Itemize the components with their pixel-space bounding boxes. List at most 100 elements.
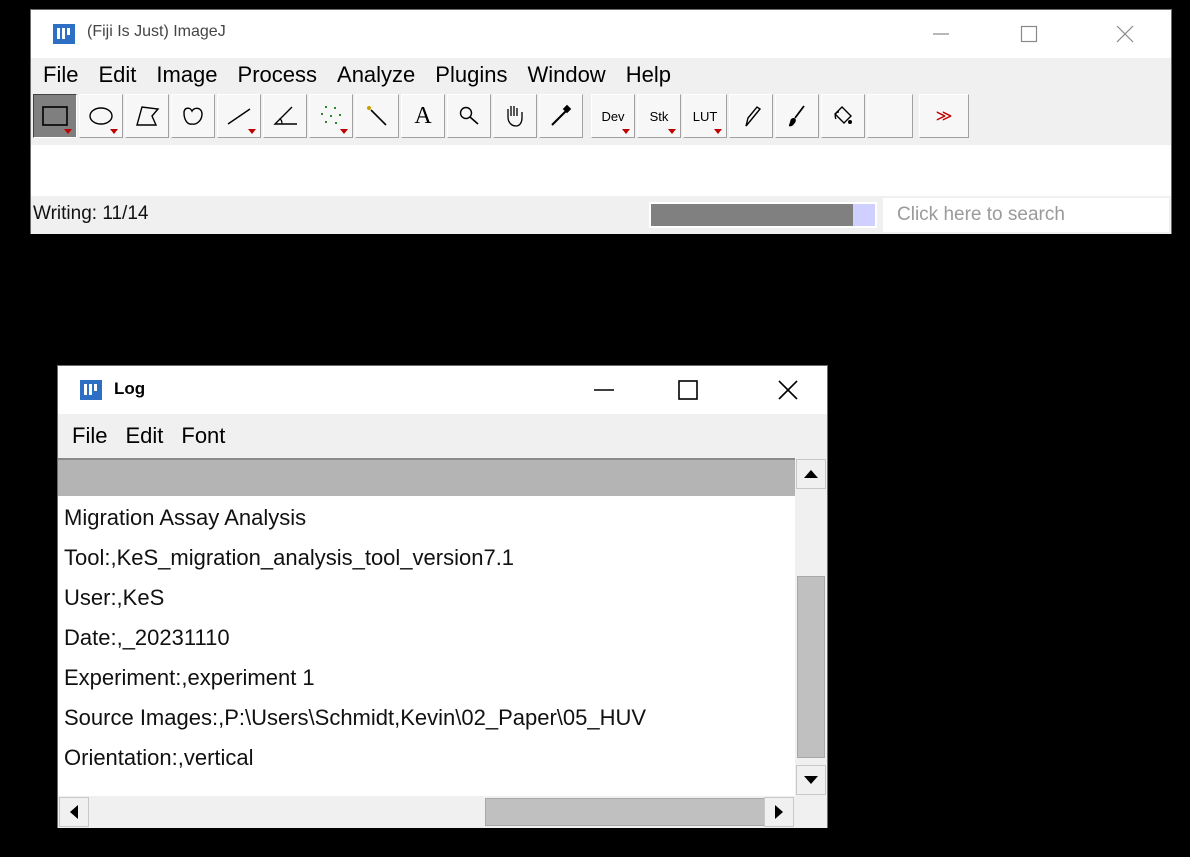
- rectangle-tool[interactable]: [33, 94, 77, 138]
- dropper-tool[interactable]: [539, 94, 583, 138]
- fiji-app-icon: [80, 380, 102, 400]
- log-window-title: Log: [114, 379, 146, 398]
- search-box[interactable]: [883, 198, 1169, 232]
- scroll-up-button[interactable]: [796, 459, 826, 489]
- dropper-icon: [551, 104, 572, 126]
- maximize-icon: [1020, 25, 1038, 43]
- wand-icon: [367, 106, 387, 126]
- brush-icon: [788, 105, 805, 127]
- menu-file[interactable]: File: [43, 62, 78, 88]
- dropdown-marker-icon: [714, 129, 722, 134]
- arrow-up-icon: [804, 470, 818, 478]
- log-title-bar[interactable]: Log: [58, 366, 827, 414]
- stk-menu[interactable]: Stk: [637, 94, 681, 138]
- log-window: Log File Edit Font Migration Assay Analy…: [57, 365, 828, 828]
- point-tool[interactable]: [309, 94, 353, 138]
- scroll-left-button[interactable]: [59, 797, 89, 827]
- log-line: Source Images:,P:\Users\Schmidt,Kevin\02…: [64, 705, 647, 730]
- menu-help[interactable]: Help: [626, 62, 671, 88]
- wand-tool[interactable]: [355, 94, 399, 138]
- scrollbar-corner: [795, 796, 827, 828]
- pencil-tool[interactable]: [729, 94, 773, 138]
- vertical-scroll-thumb[interactable]: [797, 576, 825, 758]
- imagej-main-window: (Fiji Is Just) ImageJ File Edit Image Pr…: [30, 9, 1172, 234]
- status-row: Writing: 11/14: [31, 196, 1171, 234]
- dev-menu-label: Dev: [601, 108, 625, 124]
- text-tool[interactable]: A: [401, 94, 445, 138]
- log-close-button[interactable]: [758, 366, 818, 414]
- log-line: Migration Assay Analysis: [64, 505, 307, 530]
- lut-menu-label: LUT: [692, 108, 718, 124]
- main-window-title: (Fiji Is Just) ImageJ: [87, 23, 226, 40]
- magnifier-icon: [459, 106, 479, 125]
- empty-slot: [867, 94, 913, 138]
- progress-bar: [649, 202, 877, 228]
- progress-remaining: [853, 204, 875, 226]
- search-input[interactable]: [883, 198, 1169, 232]
- more-tools[interactable]: ≫: [919, 94, 969, 138]
- horizontal-scrollbar[interactable]: [58, 796, 795, 828]
- close-button[interactable]: [1095, 10, 1155, 58]
- flood-fill-tool[interactable]: [821, 94, 865, 138]
- dropdown-marker-icon: [340, 129, 348, 134]
- rectangle-icon: [42, 106, 68, 126]
- log-text-area[interactable]: Migration Assay Analysis Tool:,KeS_migra…: [58, 498, 795, 796]
- dropdown-marker-icon: [668, 129, 676, 134]
- vertical-scrollbar[interactable]: [795, 458, 827, 796]
- dropdown-marker-icon: [64, 129, 72, 134]
- hand-icon: [507, 106, 523, 127]
- hand-tool[interactable]: [493, 94, 537, 138]
- progress-fill: [651, 204, 853, 226]
- log-minimize-button[interactable]: [574, 366, 634, 414]
- oval-icon: [89, 107, 113, 125]
- pencil-icon: [745, 106, 762, 127]
- polygon-tool[interactable]: [125, 94, 169, 138]
- menu-analyze[interactable]: Analyze: [337, 62, 415, 88]
- minimize-icon: [933, 33, 949, 35]
- arrow-down-icon: [804, 776, 818, 784]
- menu-image[interactable]: Image: [156, 62, 217, 88]
- menu-process[interactable]: Process: [238, 62, 317, 88]
- log-header-bar: [58, 458, 795, 496]
- menu-window[interactable]: Window: [527, 62, 605, 88]
- log-menu-file[interactable]: File: [72, 423, 107, 449]
- lut-menu[interactable]: LUT: [683, 94, 727, 138]
- log-menu-font[interactable]: Font: [181, 423, 225, 449]
- dropdown-marker-icon: [622, 129, 630, 134]
- scroll-down-button[interactable]: [796, 765, 826, 795]
- horizontal-scroll-thumb[interactable]: [485, 798, 765, 826]
- close-icon: [1116, 25, 1134, 43]
- log-maximize-button[interactable]: [658, 366, 718, 414]
- minimize-button[interactable]: [911, 10, 971, 58]
- line-icon: [227, 108, 251, 125]
- menu-plugins[interactable]: Plugins: [435, 62, 507, 88]
- menu-edit[interactable]: Edit: [98, 62, 136, 88]
- magnifier-tool[interactable]: [447, 94, 491, 138]
- text-icon: A: [414, 102, 432, 129]
- fiji-app-icon: [53, 24, 75, 44]
- minimize-icon: [594, 389, 614, 391]
- scroll-right-button[interactable]: [764, 797, 794, 827]
- main-menu-bar: File Edit Image Process Analyze Plugins …: [31, 58, 1171, 92]
- main-title-bar[interactable]: (Fiji Is Just) ImageJ: [31, 10, 1171, 58]
- log-line: Experiment:,experiment 1: [64, 665, 315, 690]
- maximize-button[interactable]: [999, 10, 1059, 58]
- dev-menu[interactable]: Dev: [591, 94, 635, 138]
- arrow-right-icon: [775, 805, 783, 819]
- polygon-icon: [136, 106, 160, 126]
- log-menu-edit[interactable]: Edit: [125, 423, 163, 449]
- brush-tool[interactable]: [775, 94, 819, 138]
- line-tool[interactable]: [217, 94, 261, 138]
- log-menu-bar: File Edit Font: [58, 414, 827, 458]
- more-tools-icon: ≫: [935, 108, 953, 125]
- log-line: Orientation:,vertical: [64, 745, 254, 770]
- angle-icon: [273, 106, 297, 125]
- oval-tool[interactable]: [79, 94, 123, 138]
- tool-bar: A Dev Stk LUT ≫: [31, 92, 1171, 145]
- dropdown-marker-icon: [110, 129, 118, 134]
- log-text-panel[interactable]: Migration Assay Analysis Tool:,KeS_migra…: [58, 458, 827, 828]
- angle-tool[interactable]: [263, 94, 307, 138]
- dropdown-marker-icon: [248, 129, 256, 134]
- freehand-tool[interactable]: [171, 94, 215, 138]
- maximize-icon: [678, 380, 698, 400]
